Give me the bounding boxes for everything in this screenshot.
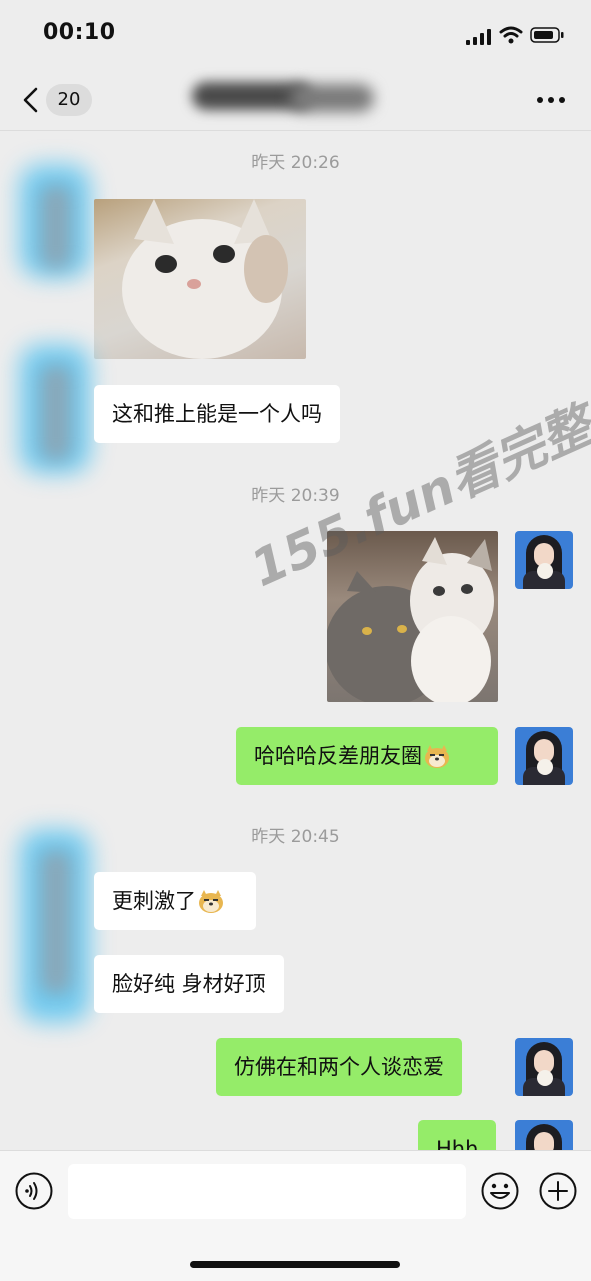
home-indicator [190, 1261, 400, 1268]
contact-avatar-redacted[interactable] [10, 335, 100, 495]
voice-input-icon[interactable] [14, 1171, 54, 1211]
incoming-message-bubble[interactable]: 更刺激了 [94, 872, 256, 930]
emoji-picker-icon[interactable] [480, 1171, 520, 1211]
message-text: 更刺激了 [112, 889, 196, 913]
message-text-input[interactable] [68, 1164, 466, 1219]
doge-emoji-icon [199, 890, 223, 913]
my-avatar[interactable] [515, 727, 573, 785]
outgoing-message-bubble[interactable]: 哈哈哈反差朋友圈 [236, 727, 498, 785]
doge-emoji-icon [425, 745, 449, 768]
image-message-cats[interactable] [327, 531, 498, 702]
message-timestamp: 昨天 20:39 [251, 486, 340, 506]
battery-icon [530, 27, 564, 43]
back-chevron-icon[interactable] [20, 86, 40, 114]
wifi-icon [499, 26, 523, 44]
unread-count-badge[interactable]: 20 [46, 84, 92, 116]
more-functions-plus-icon[interactable] [538, 1171, 578, 1211]
outgoing-message-bubble[interactable]: 仿佛在和两个人谈恋爱 [216, 1038, 462, 1096]
image-message-cat[interactable] [94, 199, 306, 359]
my-avatar[interactable] [515, 531, 573, 589]
contact-avatar-redacted[interactable] [10, 155, 100, 295]
contact-avatar-redacted[interactable] [10, 820, 100, 1060]
cat-photo [122, 199, 288, 359]
status-time: 00:10 [43, 20, 116, 45]
incoming-message-bubble[interactable]: 脸好纯 身材好顶 [94, 955, 284, 1013]
two-cats-photo [327, 537, 494, 702]
cellular-signal-icon [466, 29, 491, 45]
my-avatar[interactable] [515, 1038, 573, 1096]
incoming-message-bubble[interactable]: 这和推上能是一个人吗 [94, 385, 340, 443]
more-options-icon[interactable] [536, 96, 566, 104]
contact-name-redacted [190, 72, 380, 124]
message-text: 哈哈哈反差朋友圈 [254, 744, 422, 768]
